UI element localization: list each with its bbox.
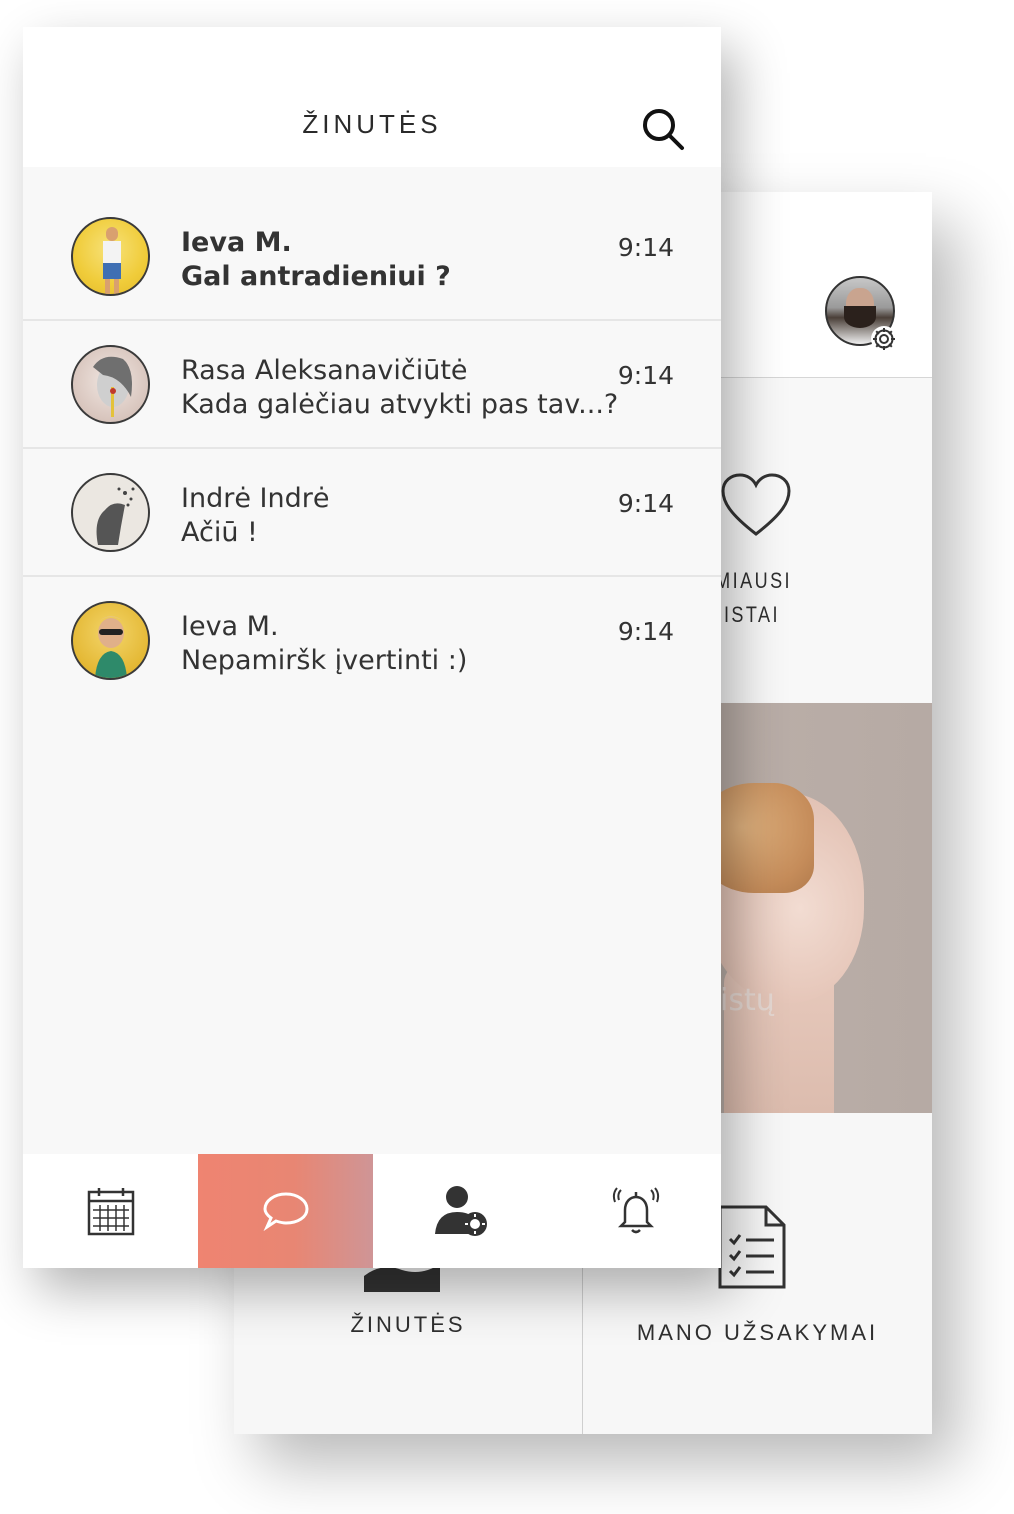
sender-name: Rasa Aleksanavičiūtė (181, 355, 468, 386)
tab-messages[interactable] (198, 1154, 373, 1268)
page-title: ŽINUTĖS (302, 109, 442, 139)
messages-screen: ŽINUTĖS Ieva M. Gal antradieniui ? 9:14 (23, 27, 721, 1268)
sender-name: Indrė Indrė (181, 483, 330, 514)
message-time: 9:14 (617, 489, 674, 518)
chat-bubble-icon (262, 1192, 309, 1231)
bottom-tab-bar (23, 1154, 721, 1268)
avatar (71, 345, 150, 424)
sender-name: Ieva M. (181, 611, 279, 642)
clipboard-list-icon (718, 1205, 786, 1289)
message-row[interactable]: Ieva M. Nepamiršk įvertinti :) 9:14 (23, 577, 721, 703)
tab-profile[interactable] (373, 1154, 548, 1268)
header: ŽINUTĖS (23, 27, 721, 167)
user-settings-icon (434, 1186, 487, 1236)
message-time: 9:14 (617, 617, 674, 646)
message-time: 9:14 (617, 361, 674, 390)
search-icon[interactable] (641, 107, 685, 151)
tab-calendar[interactable] (23, 1154, 198, 1268)
gear-icon[interactable] (869, 324, 899, 354)
alarm-bell-icon (612, 1187, 659, 1234)
message-preview: Nepamiršk įvertinti :) (181, 645, 468, 676)
orders-tile-label[interactable]: MANO UŽSAKYMAI (583, 1320, 932, 1346)
message-preview: Gal antradieniui ? (181, 261, 451, 292)
message-row[interactable]: Indrė Indrė Ačiū ! 9:14 (23, 449, 721, 577)
avatar (71, 217, 150, 296)
tab-notifications[interactable] (548, 1154, 721, 1268)
promo-text: istų (720, 983, 775, 1018)
messages-tile-label[interactable]: ŽINUTĖS (234, 1312, 582, 1338)
message-time: 9:14 (617, 233, 674, 262)
message-preview: Kada galėčiau atvykti pas tav...? (181, 389, 619, 420)
message-row[interactable]: Rasa Aleksanavičiūtė Kada galėčiau atvyk… (23, 321, 721, 449)
avatar (71, 601, 150, 680)
message-preview: Ačiū ! (181, 517, 258, 548)
heart-icon (721, 473, 791, 536)
sender-name: Ieva M. (181, 227, 292, 258)
calendar-icon (87, 1188, 134, 1236)
avatar (71, 473, 150, 552)
message-row[interactable]: Ieva M. Gal antradieniui ? 9:14 (23, 193, 721, 321)
message-list: Ieva M. Gal antradieniui ? 9:14 Rasa Ale… (23, 193, 721, 703)
